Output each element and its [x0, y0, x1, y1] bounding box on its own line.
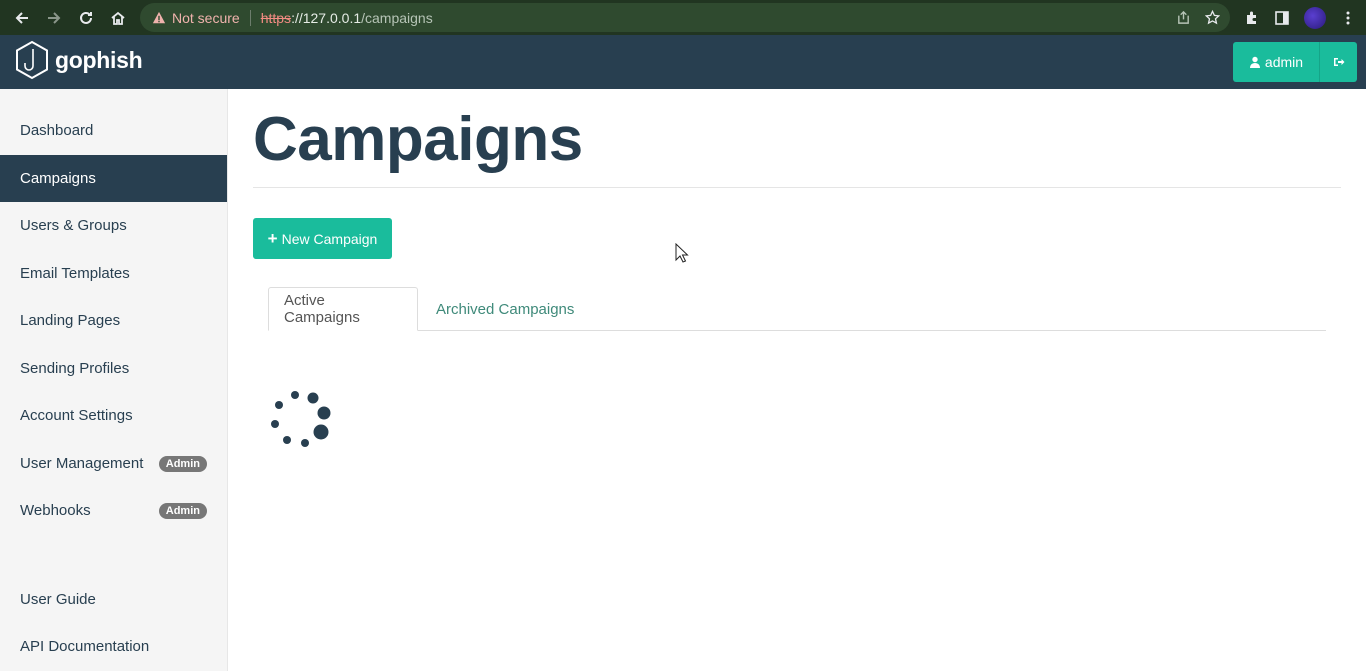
app-navbar: gophish admin: [0, 35, 1366, 89]
tab-archived-campaigns[interactable]: Archived Campaigns: [421, 287, 589, 331]
sidebar-item-label: Landing Pages: [20, 312, 121, 329]
admin-badge: Admin: [158, 455, 207, 472]
sidebar-item-email-templates[interactable]: Email Templates: [0, 250, 227, 297]
omnibox-actions: [1176, 3, 1220, 32]
home-button[interactable]: [102, 0, 134, 35]
star-icon[interactable]: [1205, 10, 1220, 25]
omnibox-divider: [249, 9, 251, 26]
tab-label: Active Campaigns: [284, 292, 360, 326]
browser-actions: [1244, 0, 1356, 35]
share-icon[interactable]: [1176, 10, 1191, 25]
sidebar-item-label: Account Settings: [20, 407, 133, 424]
sidebar-item-api-documentation[interactable]: API Documentation: [0, 623, 227, 670]
plus-icon: +: [267, 228, 278, 248]
url-host: ://127.0.0.1: [291, 9, 362, 26]
browser-toolbar: Not secure https://127.0.0.1/campaigns: [0, 0, 1366, 35]
page-title: Campaigns: [253, 105, 583, 174]
url-text: https://127.0.0.1/campaigns: [261, 10, 433, 26]
sidebar-item-user-guide[interactable]: User Guide: [0, 576, 227, 623]
sidebar-item-label: Email Templates: [20, 265, 130, 282]
sidebar: Dashboard Campaigns Users & Groups Email…: [0, 89, 228, 671]
sidebar-item-label: Sending Profiles: [20, 360, 130, 377]
tab-label: Archived Campaigns: [436, 300, 575, 318]
loading-spinner-icon: [271, 391, 331, 447]
sidebar-item-label: Dashboard: [20, 122, 94, 139]
url-scheme: https: [260, 9, 292, 26]
brand-name: gophish: [55, 46, 143, 73]
profile-avatar[interactable]: [1304, 6, 1326, 29]
gophish-hook-icon: [16, 40, 48, 80]
warning-icon: [152, 11, 166, 23]
side-panel-icon[interactable]: [1274, 10, 1290, 26]
sidebar-item-dashboard[interactable]: Dashboard: [0, 107, 227, 154]
sidebar-item-label: Users & Groups: [20, 217, 127, 234]
sign-out-icon: [1333, 58, 1344, 66]
new-campaign-button[interactable]: + New Campaign: [253, 218, 392, 259]
sidebar-item-account-settings[interactable]: Account Settings: [0, 392, 227, 439]
logout-button[interactable]: [1319, 42, 1357, 82]
sidebar-item-label: API Documentation: [20, 638, 150, 655]
sidebar-item-label: Campaigns: [20, 170, 96, 187]
arrow-right-icon: [48, 11, 61, 24]
admin-badge: Admin: [158, 502, 207, 519]
extensions-icon[interactable]: [1244, 10, 1260, 26]
sidebar-item-campaigns[interactable]: Campaigns: [0, 155, 227, 202]
sidebar-item-user-management[interactable]: User Management Admin: [0, 440, 227, 487]
sidebar-item-landing-pages[interactable]: Landing Pages: [0, 297, 227, 344]
sidebar-item-users-groups[interactable]: Users & Groups: [0, 202, 227, 249]
sidebar-item-label: User Management: [20, 455, 144, 472]
brand-logo[interactable]: gophish: [14, 40, 143, 80]
admin-user-label: admin: [1264, 54, 1304, 70]
tab-active-campaigns[interactable]: Active Campaigns: [268, 287, 418, 331]
admin-user-button[interactable]: admin: [1233, 42, 1319, 82]
reload-button[interactable]: [70, 0, 102, 35]
new-campaign-label: New Campaign: [281, 230, 378, 247]
address-bar[interactable]: Not secure https://127.0.0.1/campaigns: [140, 3, 1230, 32]
sidebar-item-label: Webhooks: [20, 502, 91, 519]
reload-icon: [80, 11, 92, 24]
security-label: Not secure: [172, 9, 240, 26]
url-path: /campaigns: [361, 9, 433, 26]
home-icon: [111, 11, 125, 25]
back-button[interactable]: [6, 0, 38, 35]
mouse-cursor-icon: [675, 243, 689, 263]
user-icon: [1249, 56, 1260, 68]
arrow-left-icon: [15, 11, 28, 24]
sidebar-item-webhooks[interactable]: Webhooks Admin: [0, 487, 227, 534]
sidebar-item-sending-profiles[interactable]: Sending Profiles: [0, 345, 227, 392]
forward-button[interactable]: [38, 0, 70, 35]
sidebar-item-label: User Guide: [20, 591, 96, 608]
kebab-menu-icon[interactable]: [1340, 10, 1356, 26]
title-divider: [253, 187, 1341, 188]
